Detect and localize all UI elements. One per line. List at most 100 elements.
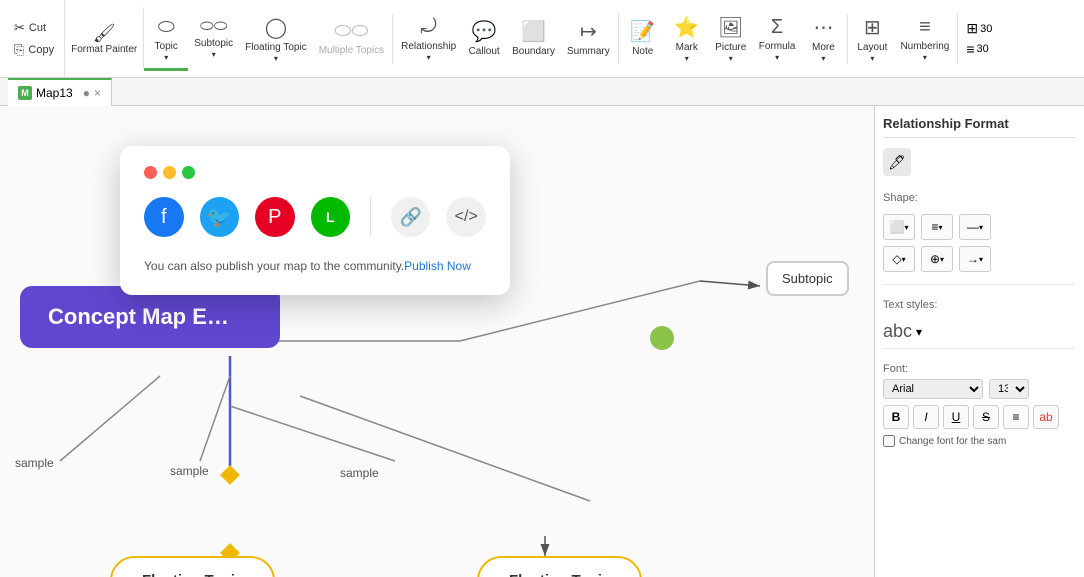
style-active-icon[interactable]: 🖊 xyxy=(883,148,911,176)
publish-now-link[interactable]: Publish Now xyxy=(404,259,471,273)
summary-icon: ↦ xyxy=(580,19,597,44)
toolbar: ✂ Cut ⎘ Copy 🖌 Format Painter ⬭ Topic ▾ … xyxy=(0,0,1084,78)
callout-icon: 💬 xyxy=(472,19,497,44)
style-icon: 🖊 xyxy=(888,154,906,171)
cut-copy-group: ✂ Cut ⎘ Copy xyxy=(4,0,65,77)
modal-separator xyxy=(370,197,371,237)
copy-icon: ⎘ xyxy=(14,42,24,58)
shape-btn-5[interactable]: ⊕▾ xyxy=(921,246,953,272)
boundary-button[interactable]: ⬜ Boundary xyxy=(506,7,561,71)
italic-button[interactable]: I xyxy=(913,405,939,429)
embed-code-button[interactable]: </> xyxy=(446,197,486,237)
panel-title: Relationship Format xyxy=(883,116,1076,138)
copy-button[interactable]: ⎘ Copy xyxy=(10,40,58,60)
strikethrough-button[interactable]: S xyxy=(973,405,999,429)
change-font-checkbox[interactable] xyxy=(883,435,895,447)
relationship-button[interactable]: ⤾ Relationship ▾ xyxy=(395,7,462,71)
align-button[interactable]: ≡ xyxy=(1003,405,1029,429)
underline-button[interactable]: U xyxy=(943,405,969,429)
text-style-icon: abc xyxy=(883,321,912,342)
facebook-share-button[interactable]: f xyxy=(144,197,184,237)
share-modal: f 🐦 P L 🔗 </> You can also publish your … xyxy=(120,146,510,295)
callout-button[interactable]: 💬 Callout xyxy=(462,7,506,71)
social-icons-row: f 🐦 P L 🔗 </> xyxy=(144,197,486,237)
font-label: Font: xyxy=(883,363,1076,375)
traffic-lights xyxy=(144,166,486,179)
shape-row: Shape: xyxy=(883,184,1076,208)
font-size-select[interactable]: 13 xyxy=(989,379,1029,399)
layout-button[interactable]: ⊞ Layout ▾ xyxy=(850,7,894,71)
mark-icon: ⭐ xyxy=(674,15,699,40)
more-button[interactable]: ⋯ More ▾ xyxy=(801,7,845,71)
minimize-window-button[interactable] xyxy=(163,166,176,179)
shape-btn-4[interactable]: ◇▾ xyxy=(883,246,915,272)
font-select[interactable]: Arial xyxy=(883,379,983,399)
topic-button[interactable]: ⬭ Topic ▾ xyxy=(144,7,188,71)
format-painter-icon: 🖌 xyxy=(93,23,116,44)
maximize-window-button[interactable] xyxy=(182,166,195,179)
canvas[interactable]: Concept Map E… sample sample sample Floa… xyxy=(0,106,874,577)
line-share-button[interactable]: L xyxy=(311,197,351,237)
bold-button[interactable]: B xyxy=(883,405,909,429)
tabbar: M Map13 ● × xyxy=(0,78,1084,106)
pinterest-share-button[interactable]: P xyxy=(255,197,295,237)
font-row: Arial 13 xyxy=(883,379,1076,399)
numbering-button[interactable]: ≡ Numbering ▾ xyxy=(894,7,955,71)
tab-close-button[interactable]: ● xyxy=(83,86,90,100)
panel-divider-2 xyxy=(883,348,1076,349)
format-painter-button[interactable]: 🖌 Format Painter xyxy=(65,7,144,71)
cut-icon: ✂ xyxy=(14,20,25,36)
size-row-1: ⊞ 30 xyxy=(966,20,992,37)
size-controls: ⊞ 30 ≡ 30 xyxy=(960,16,998,61)
tab-x-button[interactable]: × xyxy=(94,86,101,100)
shape-btn-3[interactable]: —▾ xyxy=(959,214,991,240)
shape-btn-1[interactable]: ⬜▾ xyxy=(883,214,915,240)
floating-topic-1[interactable]: Floating Topic xyxy=(110,556,275,577)
shape-buttons-row: ⬜▾ ≡▾ —▾ xyxy=(883,214,1076,240)
more-icon: ⋯ xyxy=(813,15,833,40)
sample-label-2: sample xyxy=(170,464,209,478)
twitter-share-button[interactable]: 🐦 xyxy=(200,197,240,237)
topic-icon: ⬭ xyxy=(158,16,175,39)
picture-icon: 🖼 xyxy=(718,15,743,40)
map-tab[interactable]: M Map13 ● × xyxy=(8,78,112,106)
floating-topic-button[interactable]: ◯ Floating Topic ▾ xyxy=(239,7,313,71)
shape-btn-6[interactable]: →▾ xyxy=(959,246,991,272)
change-font-row: Change font for the sam xyxy=(883,435,1076,447)
note-icon: 📝 xyxy=(630,19,655,44)
size-row-2: ≡ 30 xyxy=(966,41,992,57)
right-panel: Relationship Format 🖊 Shape: ⬜▾ ≡▾ —▾ ◇▾… xyxy=(874,106,1084,577)
tab-dot: M xyxy=(18,86,32,100)
copy-link-button[interactable]: 🔗 xyxy=(391,197,431,237)
mark-button[interactable]: ⭐ Mark ▾ xyxy=(665,7,709,71)
sample-label-1: sample xyxy=(15,456,54,470)
subtopic-button[interactable]: ⬭⬭ Subtopic ▾ xyxy=(188,7,239,71)
floating-topic-2[interactable]: Floating Topic xyxy=(477,556,642,577)
size-icon-1: ⊞ xyxy=(966,20,978,37)
floating-topic-icon: ◯ xyxy=(265,15,287,40)
numbering-icon: ≡ xyxy=(919,16,931,39)
layout-icon: ⊞ xyxy=(864,15,881,40)
text-style-dropdown[interactable]: ▾ xyxy=(916,325,922,339)
main-area: Concept Map E… sample sample sample Floa… xyxy=(0,106,1084,577)
summary-button[interactable]: ↦ Summary xyxy=(561,7,616,71)
formula-icon: Σ xyxy=(771,16,783,39)
boundary-icon: ⬜ xyxy=(521,19,546,44)
color-button[interactable]: ab xyxy=(1033,405,1059,429)
publish-text: You can also publish your map to the com… xyxy=(144,257,486,275)
change-font-label: Change font for the sam xyxy=(899,436,1006,447)
cut-button[interactable]: ✂ Cut xyxy=(10,18,58,38)
subtopic-icon: ⬭⬭ xyxy=(200,18,227,36)
subtopic-node[interactable]: Subtopic xyxy=(766,261,849,296)
format-buttons: B I U S ≡ ab xyxy=(883,405,1076,429)
picture-button[interactable]: 🖼 Picture ▾ xyxy=(709,7,753,71)
relationship-icon: ⤾ xyxy=(420,16,437,39)
multiple-topics-icon: ⬭⬭ xyxy=(334,20,368,43)
multiple-topics-button[interactable]: ⬭⬭ Multiple Topics xyxy=(313,7,390,71)
main-node[interactable]: Concept Map E… xyxy=(20,286,280,348)
note-button[interactable]: 📝 Note xyxy=(621,7,665,71)
shape-btn-2[interactable]: ≡▾ xyxy=(921,214,953,240)
close-window-button[interactable] xyxy=(144,166,157,179)
formula-button[interactable]: Σ Formula ▾ xyxy=(753,7,802,71)
diamond-connector-1 xyxy=(220,465,240,485)
